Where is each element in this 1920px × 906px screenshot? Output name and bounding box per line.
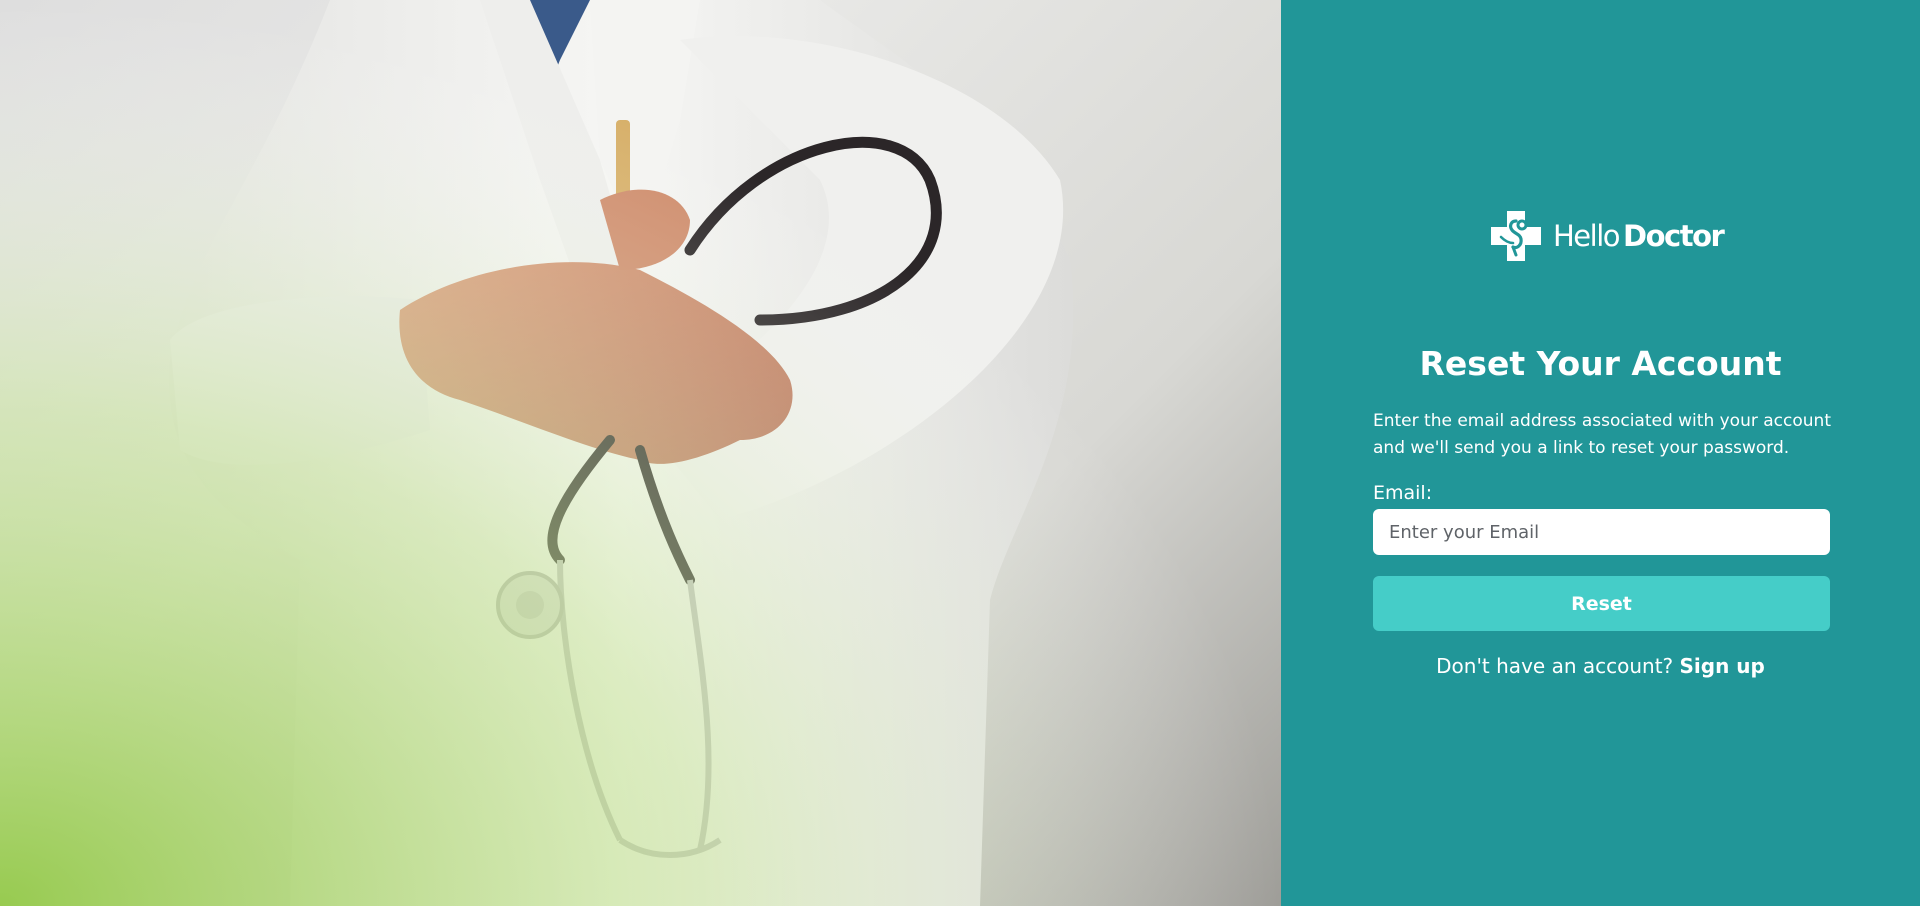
reset-description: Enter the email address associated with … [1373,411,1831,458]
signup-link[interactable]: Sign up [1680,654,1765,678]
brand-name-bold: Doctor [1623,218,1725,253]
page-title: Reset Your Account [1419,344,1782,383]
brand-name-light: Hello [1553,218,1621,253]
medical-cross-stethoscope-icon [1491,211,1541,261]
signup-row: Don't have an account? Sign up [1281,654,1920,678]
reset-panel: Hello Doctor Reset Your Account Enter the… [1281,0,1920,906]
reset-page: Hello Doctor Reset Your Account Enter the… [0,0,1920,906]
signup-prompt: Don't have an account? [1436,654,1674,678]
email-input[interactable] [1373,509,1830,555]
email-label: Email: [1373,482,1433,504]
brand-logo[interactable]: Hello Doctor [1487,207,1725,265]
hero-image [0,0,1281,906]
doctor-photo-illustration [0,0,1281,906]
reset-button[interactable]: Reset [1373,576,1830,631]
brand-name: Hello Doctor [1553,218,1725,253]
